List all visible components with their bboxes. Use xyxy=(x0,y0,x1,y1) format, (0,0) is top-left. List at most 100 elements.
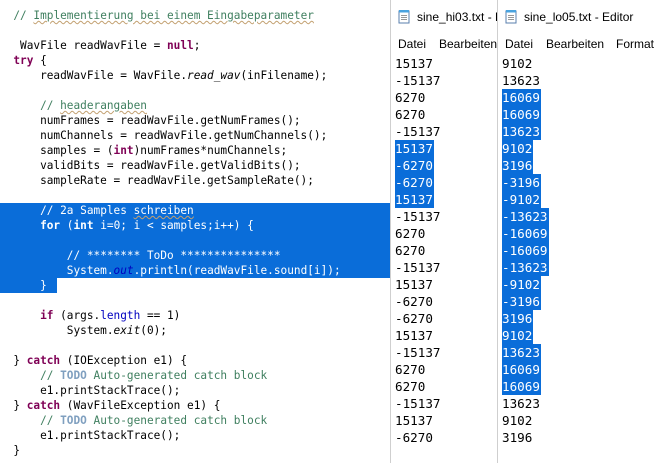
text-line: -15137 xyxy=(395,345,441,360)
code-token: // xyxy=(40,414,61,427)
notepad-window-sine-lo05[interactable]: sine_lo05.txt - Editor Datei Bearbeiten … xyxy=(497,0,659,463)
text-line: -13623 xyxy=(502,208,549,225)
code-token: System. xyxy=(0,324,114,337)
menu-bearbeiten[interactable]: Bearbeiten xyxy=(546,37,604,51)
code-token: ; xyxy=(193,39,201,52)
text-line: 6270 xyxy=(395,107,426,122)
menu-bar: Datei Bearbeiten Format xyxy=(498,34,659,55)
code-editor[interactable]: // Implementierung bei einem Eingabepara… xyxy=(0,0,390,463)
code-token: readWavFile = WavFile. xyxy=(0,69,188,82)
code-line: System.out.println(readWavFile.sound[i])… xyxy=(0,263,341,278)
code-line: for (int i=0; i < samples;i++) { xyxy=(0,218,254,233)
text-line: -9102 xyxy=(502,191,541,208)
text-line: 3196 xyxy=(502,157,534,174)
text-line: -16069 xyxy=(502,242,549,259)
code-token: (args. xyxy=(53,309,101,322)
code-token: e1.printStackTrace(); xyxy=(0,429,181,442)
text-line: 6270 xyxy=(395,90,426,105)
text-line: 6270 xyxy=(395,379,426,394)
code-line: readWavFile = WavFile.read_wav(inFilenam… xyxy=(0,68,327,83)
text-line: -15137 xyxy=(395,260,441,275)
text-line: -6270 xyxy=(395,174,434,191)
code-token: numFrames = readWavFile.getNumFrames(); xyxy=(0,114,301,127)
text-line: 15137 xyxy=(395,56,433,71)
code-token: TODO xyxy=(60,369,87,382)
code-token: validBits = readWavFile.getValidBits(); xyxy=(0,159,301,172)
code-line: e1.printStackTrace(); xyxy=(0,428,180,443)
code-line: samples = (int)numFrames*numChannels; xyxy=(0,143,287,158)
code-token: try xyxy=(13,54,34,67)
notepad-icon xyxy=(505,10,517,24)
code-line: sampleRate = readWavFile.getSampleRate()… xyxy=(0,173,314,188)
text-line: 13623 xyxy=(502,344,541,361)
text-line: 3196 xyxy=(502,430,533,445)
code-token: for xyxy=(40,219,61,232)
text-line: 6270 xyxy=(395,362,426,377)
code-token: (inFilename); xyxy=(240,69,328,82)
text-line: -6270 xyxy=(395,311,433,326)
text-line: -6270 xyxy=(395,157,434,174)
menu-format[interactable]: Format xyxy=(616,37,654,51)
code-token: Auto-generated catch block xyxy=(86,369,268,382)
text-line: 15137 xyxy=(395,413,433,428)
text-line: 16069 xyxy=(502,378,541,395)
text-line: -3196 xyxy=(502,293,541,310)
text-line: -15137 xyxy=(395,73,441,88)
text-line: 16069 xyxy=(502,106,541,123)
code-token: Implementierung bei einem Eingabeparamet… xyxy=(33,9,314,22)
code-token: } xyxy=(0,354,27,367)
menu-datei[interactable]: Datei xyxy=(398,37,426,51)
text-line: 13623 xyxy=(502,123,541,140)
notepad-text-area[interactable]: 15137 -15137 6270 6270 -15137 15137 -6270 -6270… xyxy=(391,54,498,463)
code-token: i=0; i < samples;i++) { xyxy=(93,219,254,232)
code-token: numChannels = readWavFile.getNumChannels… xyxy=(0,129,328,142)
menu-bar: Datei Bearbeiten xyxy=(391,34,498,55)
code-token: e1.printStackTrace(); xyxy=(0,384,181,397)
code-line: WavFile readWavFile = null; xyxy=(0,38,200,53)
code-line: // TODO Auto-generated catch block xyxy=(0,413,267,428)
notepad-window-sine-hi03[interactable]: sine_hi03.txt - Editor Datei Bearbeiten … xyxy=(390,0,498,463)
code-token: headerangaben xyxy=(60,99,147,112)
notepad-titlebar[interactable]: sine_lo05.txt - Editor xyxy=(498,0,659,34)
text-line: -6270 xyxy=(395,430,433,445)
code-line: validBits = readWavFile.getValidBits(); xyxy=(0,158,301,173)
menu-bearbeiten[interactable]: Bearbeiten xyxy=(439,37,497,51)
notepad-icon xyxy=(398,10,410,24)
code-token: .println(readWavFile.sound[i]); xyxy=(133,264,341,277)
code-token: out xyxy=(113,264,134,277)
text-line: 13623 xyxy=(502,73,540,88)
code-line: } catch (IOException e1) { xyxy=(0,353,187,368)
text-line: -9102 xyxy=(502,276,541,293)
code-token: catch xyxy=(26,399,61,412)
notepad-titlebar[interactable]: sine_hi03.txt - Editor xyxy=(391,0,498,34)
code-token: (WavFileException e1) { xyxy=(60,399,221,412)
text-line: -16069 xyxy=(502,225,549,242)
code-token: length xyxy=(100,309,141,322)
code-token: samples = ( xyxy=(0,144,114,157)
code-token: { xyxy=(33,54,47,67)
code-line: } xyxy=(0,278,47,293)
text-line: 16069 xyxy=(502,89,541,106)
text-line: 9102 xyxy=(502,327,534,344)
notepad-text-area[interactable]: 9102 13623 16069 16069 13623 9102 3196 -3196 -91… xyxy=(498,54,659,463)
code-token: null xyxy=(166,39,194,52)
code-token: } xyxy=(0,279,47,292)
code-token: System. xyxy=(0,264,114,277)
text-line: -13623 xyxy=(502,259,549,276)
menu-datei[interactable]: Datei xyxy=(505,37,533,51)
text-line: 9102 xyxy=(502,140,534,157)
code-token: read_wav xyxy=(187,69,241,82)
code-token: // xyxy=(13,9,34,22)
code-token: } xyxy=(0,399,27,412)
text-line: -15137 xyxy=(395,209,441,224)
code-line: numChannels = readWavFile.getNumChannels… xyxy=(0,128,327,143)
code-token: // 2a Samples xyxy=(40,204,134,217)
text-line: 6270 xyxy=(395,243,426,258)
